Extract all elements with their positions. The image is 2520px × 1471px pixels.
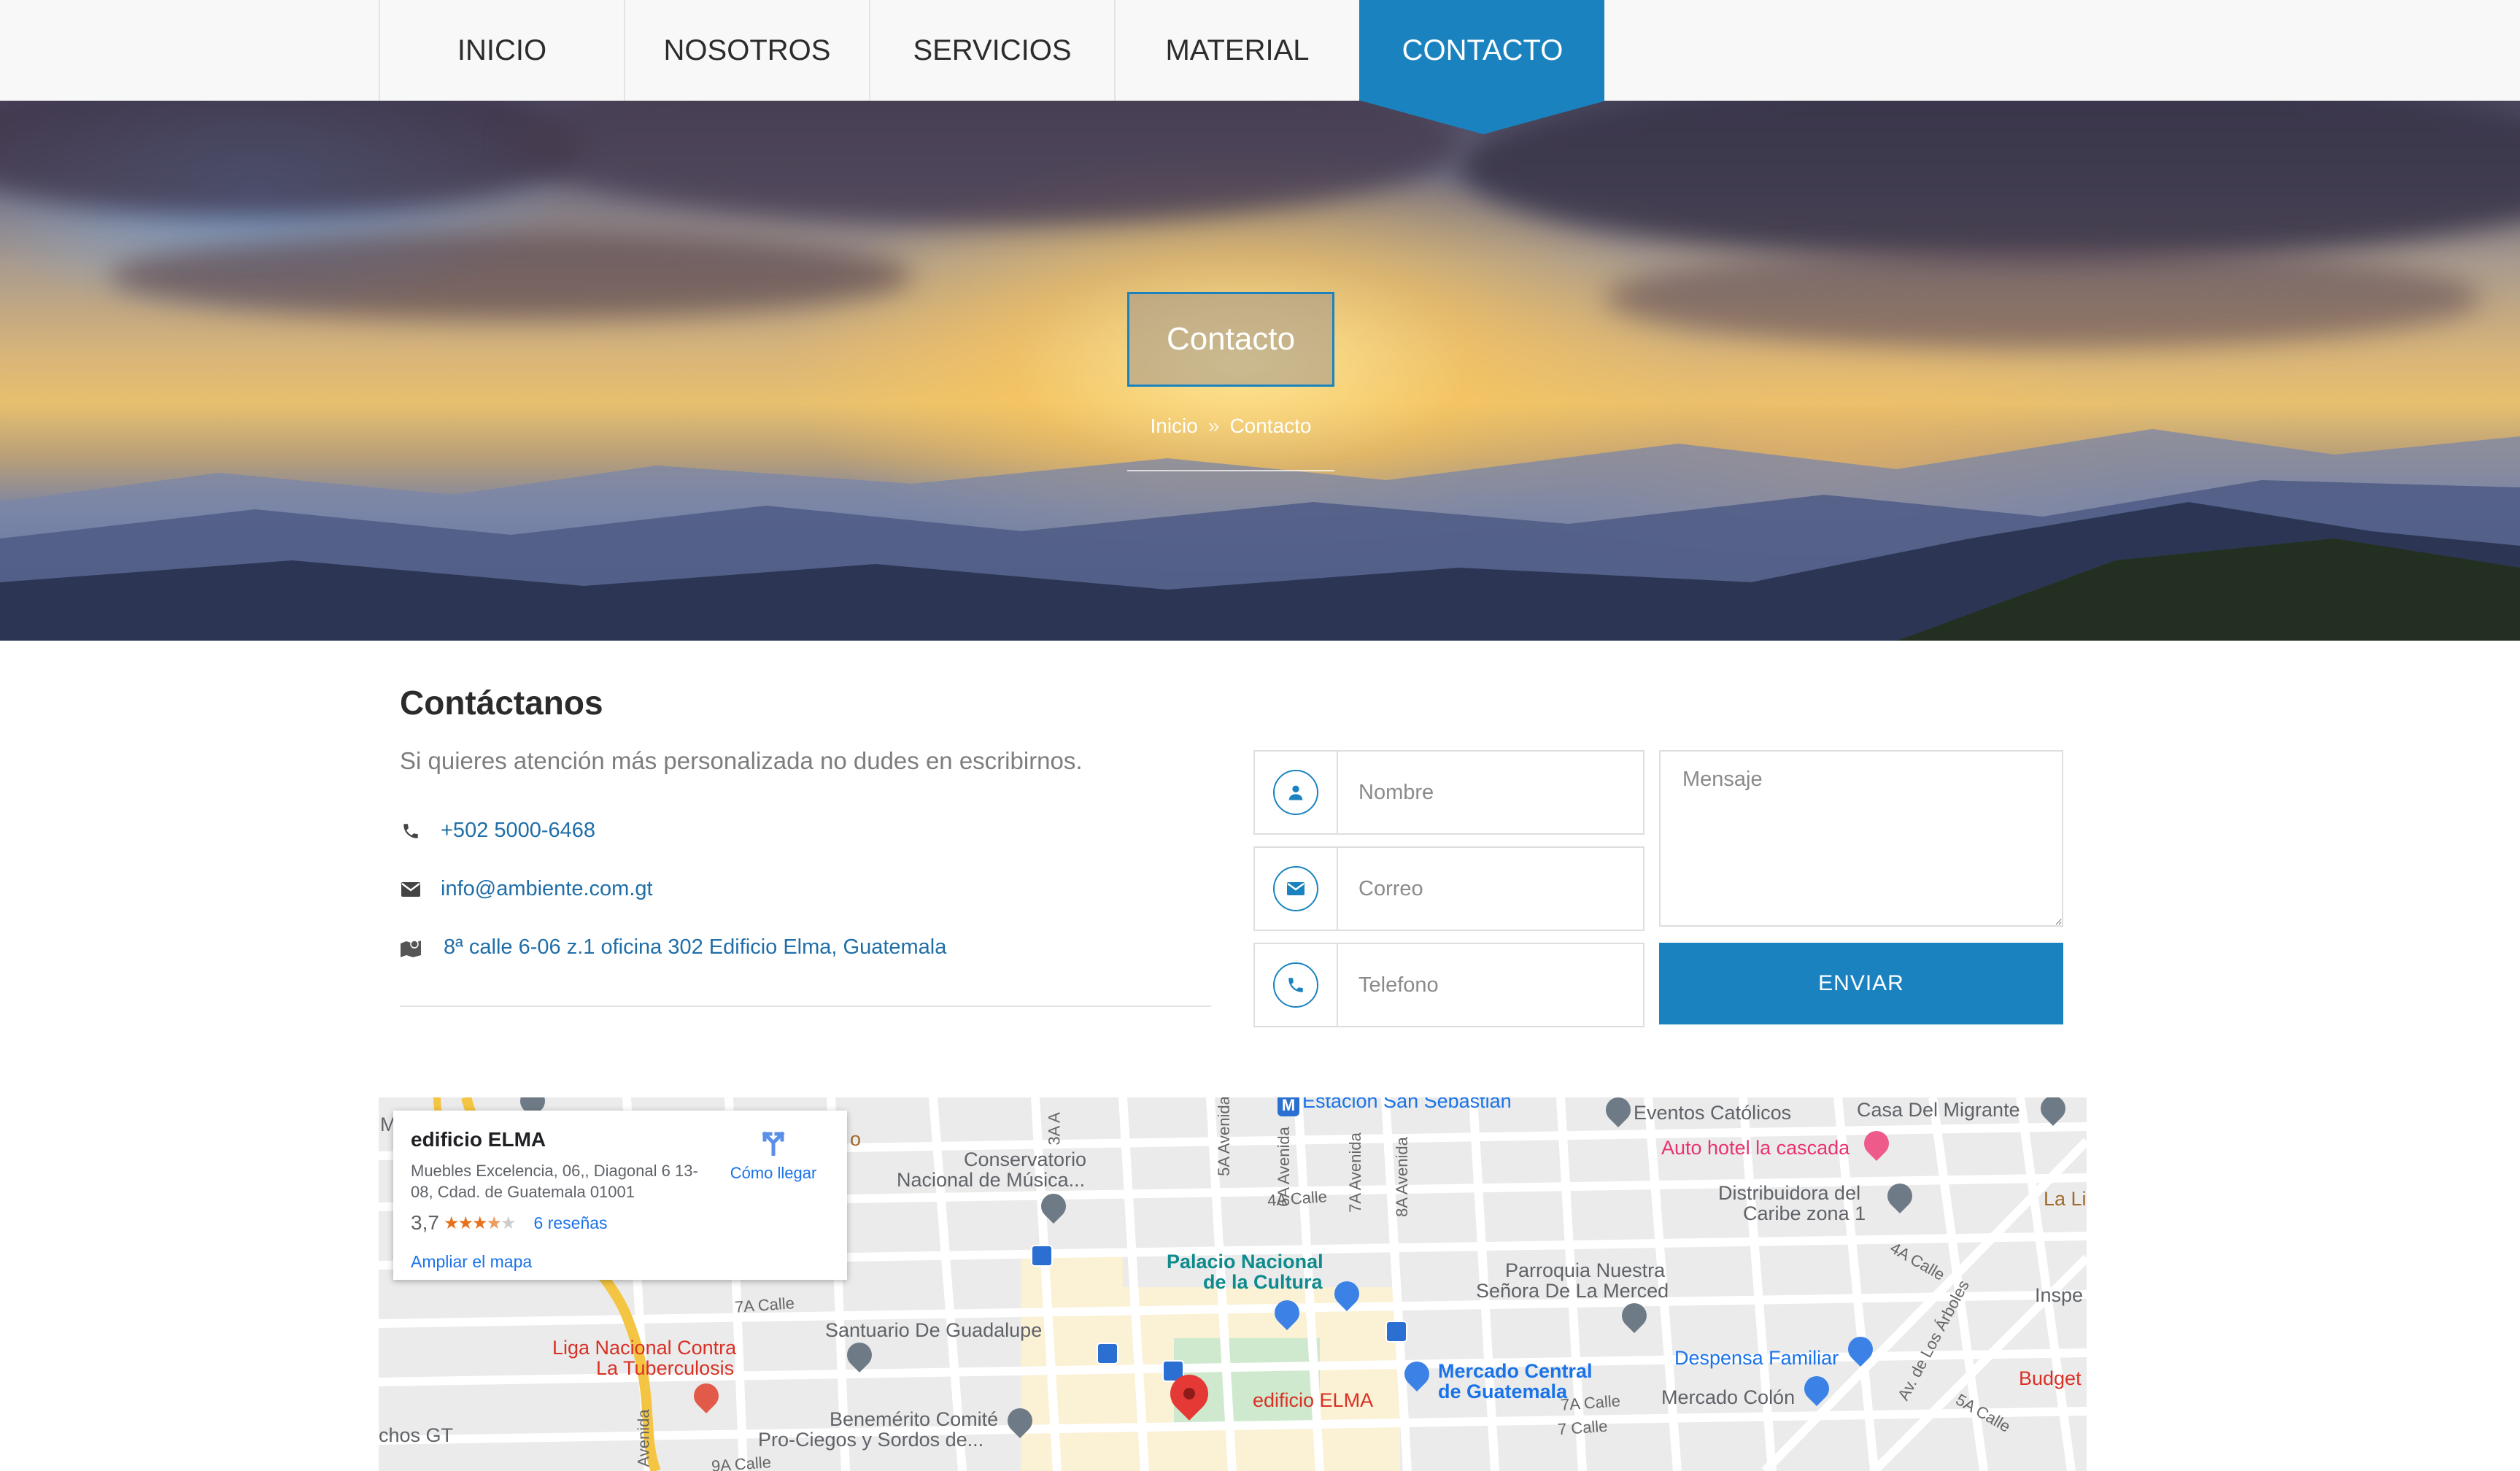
directions-button[interactable]: Cómo llegar <box>719 1127 828 1183</box>
metro-icon[interactable]: M <box>1278 1097 1299 1116</box>
hero-cloud <box>1459 101 2520 261</box>
nav-item-inicio[interactable]: INICIO <box>379 0 624 101</box>
nav-item-nosotros[interactable]: NOSOTROS <box>624 0 869 101</box>
mountain-silhouette <box>0 429 2520 641</box>
hero-banner: Contacto Inicio » Contacto <box>0 101 2520 641</box>
nav-item-servicios[interactable]: SERVICIOS <box>869 0 1114 101</box>
hero-cloud <box>1605 247 2481 349</box>
reviews-link[interactable]: 6 reseñas <box>534 1213 608 1233</box>
contact-phone-link[interactable]: +502 5000-6468 <box>441 819 595 843</box>
bus-stop-icon[interactable] <box>1031 1245 1053 1267</box>
name-field-addon <box>1253 750 1338 835</box>
contact-subtitle: Si quieres atención más personalizada no… <box>400 747 1083 774</box>
contact-address-link[interactable]: 8ª calle 6-06 z.1 oficina 302 Edificio E… <box>444 935 946 960</box>
phone-field-addon <box>1253 943 1338 1027</box>
nav-item-material[interactable]: MATERIAL <box>1114 0 1359 101</box>
breadcrumb-current: Contacto <box>1229 414 1312 437</box>
map-label[interactable]: Caribe zona 1 <box>1743 1202 1866 1225</box>
embedded-map[interactable]: M Estación San Sebastián Eventos Católic… <box>379 1097 2087 1471</box>
contact-email-row: info@ambiente.com.gt <box>400 877 653 901</box>
street-label: 7A Avenida <box>1345 1132 1364 1213</box>
map-label[interactable]: Budget <box>2019 1367 2082 1390</box>
map-label[interactable]: Estación San Sebastián <box>1302 1097 1512 1113</box>
directions-label: Cómo llegar <box>730 1164 817 1182</box>
phone-icon <box>400 820 422 842</box>
bus-stop-icon[interactable] <box>1385 1321 1407 1343</box>
envelope-icon <box>1273 866 1318 911</box>
top-navigation: INICIO NOSOTROS SERVICIOS MATERIAL CONTA… <box>0 0 2520 134</box>
map-label[interactable]: Mercado Colón <box>1661 1386 1795 1409</box>
nav-menu: INICIO NOSOTROS SERVICIOS MATERIAL CONTA… <box>379 0 1606 134</box>
breadcrumb: Inicio » Contacto <box>1127 414 1334 438</box>
map-label[interactable]: Inspe <box>2035 1284 2083 1307</box>
map-label[interactable]: Conservatorio <box>964 1148 1086 1171</box>
map-label: o <box>850 1128 862 1150</box>
directions-icon <box>762 1131 785 1158</box>
map-label[interactable]: La Li <box>2044 1188 2087 1211</box>
hero-divider <box>1127 470 1334 471</box>
rating-value: 3,7 <box>411 1211 439 1234</box>
contact-heading: Contáctanos <box>400 684 603 722</box>
place-title: edificio ELMA <box>411 1128 546 1151</box>
place-rating: 3,7 ★★★★★ 6 reseñas <box>411 1211 608 1235</box>
map-label[interactable]: Santuario De Guadalupe <box>825 1319 1042 1342</box>
map-label[interactable]: de la Cultura <box>1203 1271 1323 1294</box>
name-field-group <box>1253 750 1644 835</box>
phone-input[interactable] <box>1338 943 1644 1027</box>
hero-cloud <box>109 232 912 320</box>
contact-phone-row: +502 5000-6468 <box>400 819 595 843</box>
contact-address-row: 8ª calle 6-06 z.1 oficina 302 Edificio E… <box>400 935 946 960</box>
star-rating-icon: ★★★★★ <box>443 1213 517 1233</box>
map-label[interactable]: Señora De La Merced <box>1476 1280 1669 1302</box>
map-label[interactable]: Distribuidora del <box>1718 1182 1860 1205</box>
name-input[interactable] <box>1338 750 1644 835</box>
send-button[interactable]: ENVIAR <box>1659 943 2063 1024</box>
map-label[interactable]: Mercado Central <box>1438 1360 1593 1383</box>
street-label: 3A A <box>1045 1112 1064 1146</box>
map-label[interactable]: de Guatemala <box>1438 1381 1567 1403</box>
phone-icon <box>1273 962 1318 1008</box>
place-address: Muebles Excelencia, 06,, Diagonal 6 13-0… <box>411 1162 698 1201</box>
map-label[interactable]: Eventos Católicos <box>1634 1102 1791 1124</box>
street-label: 6A Avenida <box>1274 1127 1293 1207</box>
map-label[interactable]: Pro-Ciegos y Sordos de... <box>758 1429 983 1451</box>
contact-email-link[interactable]: info@ambiente.com.gt <box>441 877 653 901</box>
user-icon <box>1273 770 1318 815</box>
bus-stop-icon[interactable] <box>1097 1343 1118 1364</box>
hero-cloud <box>511 101 1459 225</box>
contact-divider <box>400 1005 1211 1007</box>
map-icon <box>400 937 422 959</box>
street-label: 5A Avenida <box>1214 1097 1233 1176</box>
map-info-card: edificio ELMA Muebles Excelencia, 06,, D… <box>393 1111 847 1280</box>
map-label[interactable]: Despensa Familiar <box>1674 1347 1839 1370</box>
email-field-addon <box>1253 846 1338 931</box>
street-label: Avenida <box>634 1409 653 1467</box>
email-field-group <box>1253 846 1644 931</box>
map-label[interactable]: Benemérito Comité <box>830 1408 998 1431</box>
breadcrumb-separator: » <box>1207 414 1220 437</box>
map-label[interactable]: Auto hotel la cascada <box>1661 1137 1850 1159</box>
hero-cloud <box>0 101 584 217</box>
map-label[interactable]: La Tuberculosis <box>596 1357 734 1380</box>
map-label[interactable]: edificio ELMA <box>1253 1389 1373 1412</box>
phone-field-group <box>1253 943 1644 1027</box>
message-textarea[interactable] <box>1659 750 2063 927</box>
email-input[interactable] <box>1338 846 1644 931</box>
map-label[interactable]: Parroquia Nuestra <box>1505 1259 1665 1282</box>
map-label[interactable]: Casa Del Migrante <box>1857 1099 2020 1121</box>
breadcrumb-home[interactable]: Inicio <box>1150 414 1197 437</box>
map-label[interactable]: chos GT <box>379 1424 453 1447</box>
map-label[interactable]: Liga Nacional Contra <box>552 1337 736 1359</box>
envelope-icon <box>400 879 422 900</box>
map-label[interactable]: Palacio Nacional <box>1167 1251 1323 1273</box>
enlarge-map-link[interactable]: Ampliar el mapa <box>411 1252 532 1272</box>
street-label: 8A Avenida <box>1392 1137 1411 1217</box>
street-label: 7 Calle <box>1557 1416 1609 1439</box>
hero-title: Contacto <box>1127 292 1334 387</box>
nav-item-contacto[interactable]: CONTACTO <box>1359 0 1606 134</box>
map-label[interactable]: Nacional de Música... <box>897 1169 1085 1192</box>
